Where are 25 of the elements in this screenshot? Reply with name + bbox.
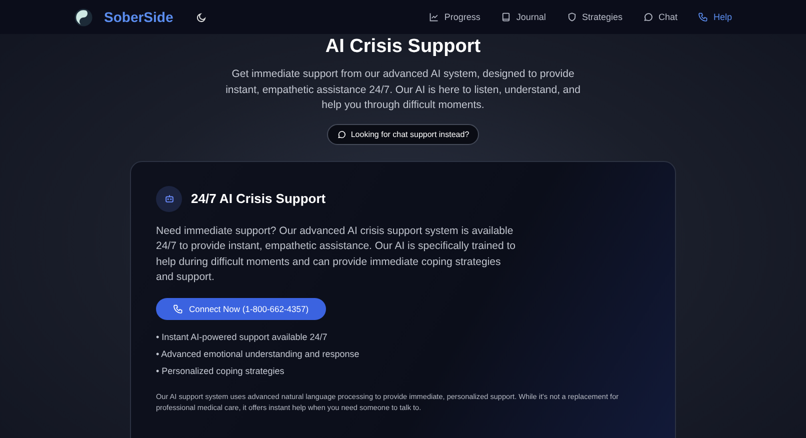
connect-button[interactable]: Connect Now (1-800-662-4357) xyxy=(156,298,326,320)
yin-yang-logo-icon xyxy=(74,8,93,26)
chat-bubble-icon xyxy=(336,130,346,138)
feature-item: • Instant AI-powered support available 24/7 xyxy=(156,330,328,342)
nav-link[interactable]: Progress xyxy=(429,12,480,22)
nav-link[interactable]: Help xyxy=(698,12,732,22)
nav-link[interactable]: Journal xyxy=(501,12,546,22)
feature-item: • Advanced emotional understanding and response xyxy=(156,348,360,360)
feature-item: • Personalized coping strategies xyxy=(156,364,286,376)
page-title: AI Crisis Support xyxy=(325,35,481,58)
phone-icon xyxy=(698,12,708,22)
moon-icon[interactable] xyxy=(196,12,208,22)
page-subtitle: Get immediate support from our advanced AI system, designed to provide instant, empathetic assistance 24/7. Our AI is here to listen, understand, and help you through difficult moments. xyxy=(224,67,582,113)
shield-icon xyxy=(566,12,577,22)
chat-bubble-icon xyxy=(643,12,654,22)
nav-link[interactable]: Chat xyxy=(643,12,678,22)
book-icon xyxy=(501,12,512,22)
robot-icon xyxy=(156,186,182,212)
brand-name[interactable]: SoberSide xyxy=(104,9,174,25)
chart-icon xyxy=(429,12,440,22)
card-title: 24/7 AI Crisis Support xyxy=(191,191,326,206)
chat-support-button[interactable]: Looking for chat support instead? xyxy=(326,124,480,144)
nav-link[interactable]: Strategies xyxy=(566,12,622,22)
card-description: Need immediate support? Our advanced AI crisis support system is available 24/7 to provide instant, empathetic assistance. Our AI is specifically trained to help during difficult moments and can provide immediate coping strategies and support. xyxy=(156,224,516,285)
phone-icon xyxy=(173,304,183,314)
